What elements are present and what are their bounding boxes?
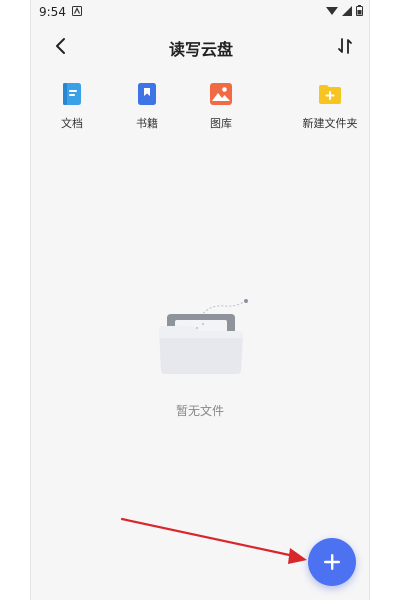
new-folder-icon — [319, 85, 341, 104]
status-left: 9:54 — [39, 5, 82, 19]
page-title: 读写云盘 — [168, 40, 233, 59]
signal-icon — [342, 5, 352, 19]
shortcut-gallery[interactable]: 图库 — [186, 82, 256, 134]
app-screen: 9:54 读写云盘 文档 书籍 图库 新建文件夹 暂无文件 — [30, 0, 370, 600]
add-button[interactable] — [308, 538, 356, 586]
status-right — [326, 5, 363, 19]
shortcut-new-folder-label: 新建文件夹 — [302, 117, 358, 130]
notification-icon — [71, 5, 82, 19]
header: 读写云盘 — [31, 28, 369, 64]
shortcut-books-label: 书籍 — [136, 117, 158, 130]
empty-state-message: 暂无文件 — [175, 404, 224, 418]
plus-icon — [324, 554, 340, 570]
book-icon — [138, 83, 156, 105]
sort-button[interactable] — [333, 34, 357, 58]
sort-icon — [338, 38, 352, 54]
shortcut-documents-label: 文档 — [61, 117, 83, 130]
shortcut-new-folder[interactable]: 新建文件夹 — [295, 82, 365, 134]
shortcut-documents[interactable]: 文档 — [37, 82, 107, 134]
shortcut-books[interactable]: 书籍 — [112, 82, 182, 134]
document-icon — [63, 83, 81, 105]
status-bar: 9:54 — [31, 0, 369, 24]
status-time: 9:54 — [39, 5, 66, 19]
shortcut-gallery-label: 图库 — [210, 117, 232, 130]
gallery-icon — [210, 83, 232, 105]
wifi-icon — [326, 5, 338, 19]
shortcut-bar: 文档 书籍 图库 新建文件夹 — [31, 82, 369, 142]
empty-folder-illustration — [159, 299, 248, 374]
battery-icon — [356, 5, 363, 19]
